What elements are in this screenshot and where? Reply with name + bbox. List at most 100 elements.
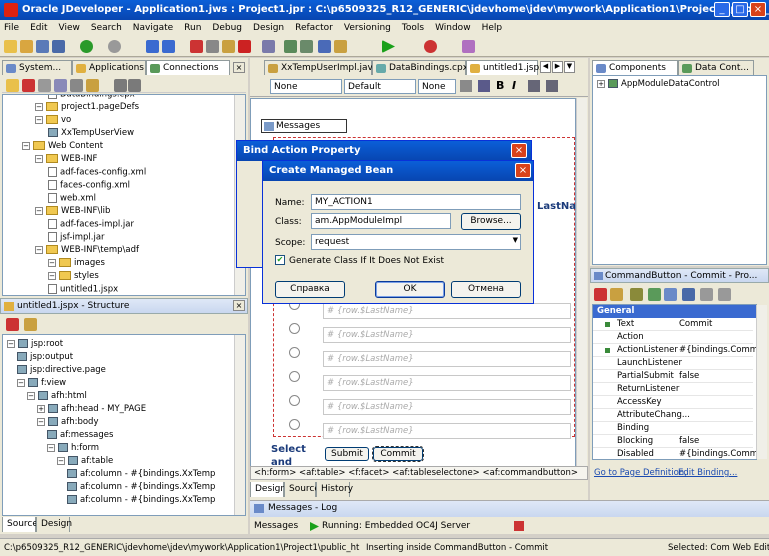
- rebuild-icon[interactable]: [300, 40, 313, 53]
- menu-item[interactable]: Edit: [30, 23, 47, 33]
- edit-binding-link[interactable]: Edit Binding...: [678, 468, 737, 478]
- structure-node[interactable]: af:column - #{bindings.XxTemp: [67, 469, 215, 481]
- run-icon[interactable]: [382, 40, 395, 53]
- bean-dialog-close-icon[interactable]: ×: [515, 163, 531, 178]
- undo-icon[interactable]: [146, 40, 159, 53]
- save-icon[interactable]: [36, 40, 49, 53]
- structure-node[interactable]: af:column - #{bindings.XxTemp: [67, 495, 215, 507]
- structure-node[interactable]: − afh:html: [27, 391, 87, 403]
- nav-folder-icon[interactable]: [86, 79, 99, 92]
- section-general[interactable]: General: [593, 305, 756, 318]
- paste-icon[interactable]: [222, 40, 235, 53]
- tree-item[interactable]: XxTempUserView: [48, 128, 134, 140]
- maximize-icon[interactable]: □: [732, 2, 748, 17]
- tab-list-icon[interactable]: ▼: [564, 61, 575, 73]
- tab-untitled1[interactable]: untitled1.jspx: [466, 60, 545, 75]
- italic-icon[interactable]: I: [512, 79, 516, 92]
- row-radio[interactable]: [289, 323, 300, 334]
- tree-item[interactable]: − Web Content: [22, 141, 103, 153]
- tree-item[interactable]: faces-config.xml: [48, 180, 130, 192]
- structure-node[interactable]: − jsp:root: [7, 339, 63, 351]
- copy-icon[interactable]: [206, 40, 219, 53]
- tree-item[interactable]: − WEB-INF\lib: [35, 206, 110, 218]
- sort-icon[interactable]: [682, 288, 695, 301]
- collapse-icon[interactable]: −: [48, 258, 56, 267]
- property-row[interactable]: AttributeChang...: [593, 409, 753, 422]
- property-value[interactable]: #{bindings.Commi...: [679, 449, 756, 459]
- freeze-view-icon[interactable]: [24, 318, 37, 331]
- collapse-icon[interactable]: −: [35, 102, 43, 111]
- tree-item[interactable]: − styles: [48, 271, 99, 283]
- bind-dialog-close-icon[interactable]: ×: [511, 143, 527, 158]
- collapse-icon[interactable]: −: [57, 456, 65, 465]
- size-select[interactable]: None: [418, 79, 456, 94]
- highlight-icon[interactable]: [460, 80, 472, 92]
- new-app-icon[interactable]: [6, 79, 19, 92]
- submit-button[interactable]: Submit: [325, 447, 369, 461]
- tree-item[interactable]: jsf-impl.jar: [48, 232, 105, 244]
- expand-icon[interactable]: +: [597, 79, 605, 88]
- tree-item[interactable]: web.xml: [48, 193, 96, 205]
- menu-item[interactable]: Search: [91, 23, 122, 33]
- open-icon[interactable]: [20, 40, 33, 53]
- structure-node[interactable]: − h:form: [47, 443, 99, 455]
- inspector-scrollbar[interactable]: [756, 305, 767, 459]
- nav-delete-icon[interactable]: [22, 79, 35, 92]
- collapse-icon[interactable]: −: [35, 115, 43, 124]
- property-row[interactable]: Blocking false: [593, 435, 753, 448]
- menu-item[interactable]: Design: [253, 23, 284, 33]
- menu-item[interactable]: Navigate: [133, 23, 173, 33]
- property-row[interactable]: Binding: [593, 422, 753, 435]
- tree-item[interactable]: untitled1.jspx: [48, 284, 118, 295]
- collapse-icon[interactable]: −: [35, 154, 43, 163]
- collapse-icon[interactable]: −: [35, 245, 43, 254]
- property-row[interactable]: Disabled #{bindings.Commi...: [593, 448, 756, 459]
- property-value[interactable]: false: [679, 371, 756, 381]
- tab-history[interactable]: History: [316, 482, 353, 497]
- property-value[interactable]: #{bindings.Commit...: [679, 345, 756, 355]
- minimize-icon[interactable]: _: [714, 2, 730, 17]
- structure-node[interactable]: − f:view: [17, 378, 66, 390]
- delete-icon[interactable]: [238, 40, 251, 53]
- tag-breadcrumb[interactable]: <h:form> <af:table> <f:facet> <af:tables…: [250, 466, 588, 480]
- save-all-icon[interactable]: [52, 40, 65, 53]
- new-icon[interactable]: [4, 40, 17, 53]
- help-button[interactable]: Справка: [275, 281, 345, 298]
- row-radio[interactable]: [289, 419, 300, 430]
- make-icon[interactable]: [284, 40, 297, 53]
- text-color-icon[interactable]: [478, 80, 490, 92]
- categorize-icon[interactable]: [664, 288, 677, 301]
- find-icon[interactable]: [262, 40, 275, 53]
- tree-item-appmodule[interactable]: + AppModuleDataControl: [597, 79, 720, 91]
- stop-icon[interactable]: [514, 521, 524, 531]
- font-select[interactable]: Default: [344, 79, 416, 94]
- nav-refresh-icon[interactable]: [38, 79, 51, 92]
- cancel-button[interactable]: Отмена: [451, 281, 521, 298]
- commit-button[interactable]: Commit: [372, 446, 424, 462]
- nav-filter-icon[interactable]: [54, 79, 67, 92]
- scope-select[interactable]: request ▼: [311, 234, 521, 250]
- structure-node[interactable]: − afh:body: [37, 417, 98, 429]
- menu-item[interactable]: File: [4, 23, 19, 33]
- structure-node[interactable]: + afh:head - MY_PAGE: [37, 404, 146, 416]
- property-row[interactable]: PartialSubmit false: [593, 370, 753, 383]
- generate-class-checkbox[interactable]: ✔: [275, 255, 285, 265]
- structure-node[interactable]: af:messages: [47, 430, 113, 442]
- menu-item[interactable]: Help: [482, 23, 503, 33]
- collapse-all-icon[interactable]: [718, 288, 731, 301]
- tab-connections[interactable]: Connections: [146, 60, 230, 75]
- tree-item[interactable]: adf-faces-impl.jar: [48, 219, 134, 231]
- tab-source-editor[interactable]: Source: [284, 482, 320, 497]
- row-radio[interactable]: [289, 371, 300, 382]
- align-icon[interactable]: [546, 80, 558, 92]
- structure-node[interactable]: jsp:directive.page: [17, 365, 106, 377]
- tree-item[interactable]: − project1.pageDefs: [35, 102, 139, 114]
- log-tab-running[interactable]: Running: Embedded OC4J Server: [308, 520, 470, 534]
- tab-applications[interactable]: Applications: [72, 60, 146, 75]
- editor-scrollbar[interactable]: [576, 98, 587, 472]
- collapse-icon[interactable]: −: [17, 378, 25, 387]
- menu-item[interactable]: Window: [435, 23, 471, 33]
- tab-design[interactable]: Design: [36, 517, 72, 532]
- log-tab-messages[interactable]: Messages: [254, 521, 298, 531]
- name-field[interactable]: MY_ACTION1: [311, 194, 521, 210]
